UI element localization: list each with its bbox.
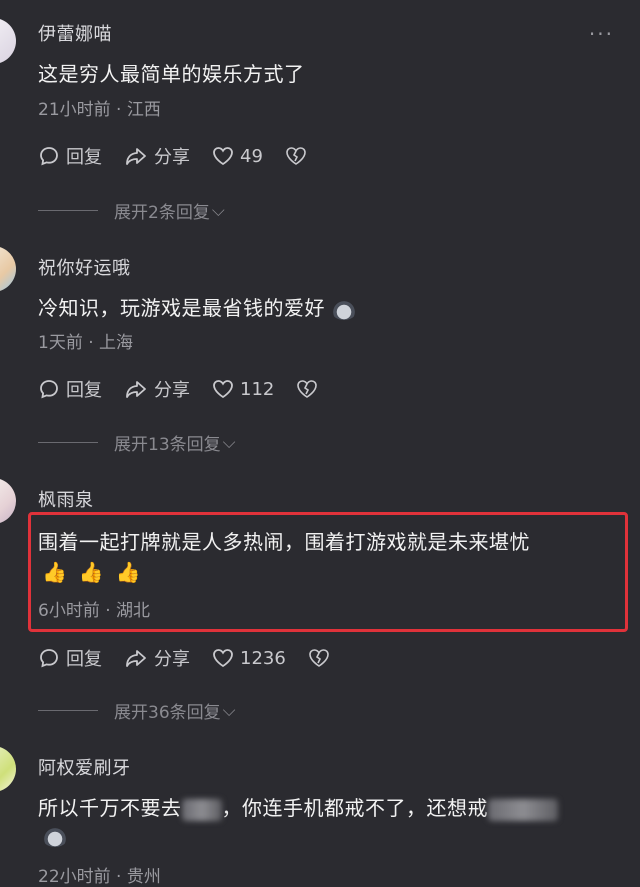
share-label: 分享: [154, 380, 190, 401]
sticker-emoji-icon: [331, 299, 357, 320]
comment-actions: 回复 分享 1236: [38, 645, 358, 671]
chevron-down-icon: ⌵: [211, 200, 225, 221]
username[interactable]: 阿权爱刷牙: [38, 754, 131, 780]
sticker-emoji-icon: [42, 826, 68, 847]
share-arrow-icon: [126, 148, 146, 165]
comment-text-content: 冷知识，玩游戏是最省钱的爱好: [38, 296, 325, 320]
like-count: 49: [240, 145, 263, 167]
thumbs-up-icon: 👍: [115, 560, 141, 584]
expand-replies[interactable]: 展开13条回复 ⌵: [38, 430, 236, 455]
heart-icon: [213, 147, 233, 166]
dislike-button[interactable]: [285, 146, 313, 166]
username[interactable]: 祝你好运哦: [38, 254, 131, 280]
expand-replies[interactable]: 展开2条回复 ⌵: [38, 198, 225, 223]
reply-bubble-icon: [40, 147, 58, 166]
broken-heart-icon: [297, 380, 318, 398]
comment-meta: 22小时前 · 贵州: [38, 867, 161, 887]
reply-label: 回复: [66, 649, 102, 670]
divider-line: [38, 210, 98, 211]
comment-text-part: 所以千万不要去: [38, 796, 182, 820]
divider-line: [38, 442, 98, 443]
avatar[interactable]: [0, 478, 16, 524]
comment-text: 冷知识，玩游戏是最省钱的爱好: [38, 292, 357, 321]
comment-actions: 回复 分享 112: [38, 376, 346, 402]
comment-actions: 回复 分享 49: [38, 143, 335, 169]
emoji-row: 👍 👍 👍: [42, 560, 141, 584]
broken-heart-icon: [286, 147, 306, 165]
reply-bubble-icon: [40, 649, 58, 668]
expand-replies[interactable]: 展开36条回复 ⌵: [38, 698, 236, 723]
avatar[interactable]: [0, 746, 16, 792]
comment-text: 围着一起打牌就是人多热闹，围着打游戏就是未来堪忧: [38, 530, 530, 554]
expand-label: 展开36条回复: [114, 703, 221, 723]
comment-meta: 6小时前 · 湖北: [38, 601, 151, 621]
share-label: 分享: [154, 147, 190, 168]
dislike-button[interactable]: [296, 379, 324, 399]
comment-meta: 21小时前 · 江西: [38, 100, 161, 120]
heart-icon: [213, 649, 233, 668]
avatar[interactable]: [0, 18, 16, 64]
share-label: 分享: [154, 649, 190, 670]
reply-bubble-icon: [40, 380, 58, 399]
share-button[interactable]: 分享: [124, 376, 190, 402]
username[interactable]: 伊蕾娜喵: [38, 20, 112, 46]
share-arrow-icon: [126, 381, 146, 398]
expand-label: 展开13条回复: [114, 435, 221, 455]
reply-button[interactable]: 回复: [38, 143, 102, 169]
blurred-text: [181, 798, 222, 821]
username[interactable]: 枫雨泉: [38, 486, 94, 512]
thumbs-up-icon: 👍: [42, 560, 67, 584]
divider-line: [38, 710, 98, 711]
expand-label: 展开2条回复: [114, 203, 210, 223]
broken-heart-icon: [309, 649, 329, 667]
comment-text-part: ，你连手机都戒不了，还想戒: [221, 796, 488, 820]
like-count: 112: [240, 378, 275, 400]
blurred-text: [488, 798, 558, 821]
avatar[interactable]: [0, 246, 16, 292]
comment-meta: 1天前 · 上海: [38, 333, 134, 353]
comment-text: 所以千万不要去 ，你连手机都戒不了，还想戒: [38, 792, 558, 821]
heart-icon: [213, 380, 233, 399]
share-button[interactable]: 分享: [124, 143, 190, 169]
like-button[interactable]: 1236: [212, 648, 286, 669]
chevron-down-icon: ⌵: [222, 432, 236, 453]
reply-button[interactable]: 回复: [38, 645, 102, 671]
more-dots-icon[interactable]: ···: [589, 22, 614, 46]
comment-text: 这是穷人最简单的娱乐方式了: [38, 62, 305, 86]
thumbs-up-icon: 👍: [78, 560, 104, 584]
dislike-button[interactable]: [308, 648, 336, 668]
reply-label: 回复: [66, 380, 102, 401]
reply-label: 回复: [66, 147, 102, 168]
like-count: 1236: [240, 647, 286, 669]
like-button[interactable]: 112: [212, 379, 274, 400]
like-button[interactable]: 49: [212, 146, 263, 167]
reply-button[interactable]: 回复: [38, 376, 102, 402]
share-button[interactable]: 分享: [124, 645, 190, 671]
chevron-down-icon: ⌵: [222, 700, 236, 721]
share-arrow-icon: [126, 650, 146, 667]
